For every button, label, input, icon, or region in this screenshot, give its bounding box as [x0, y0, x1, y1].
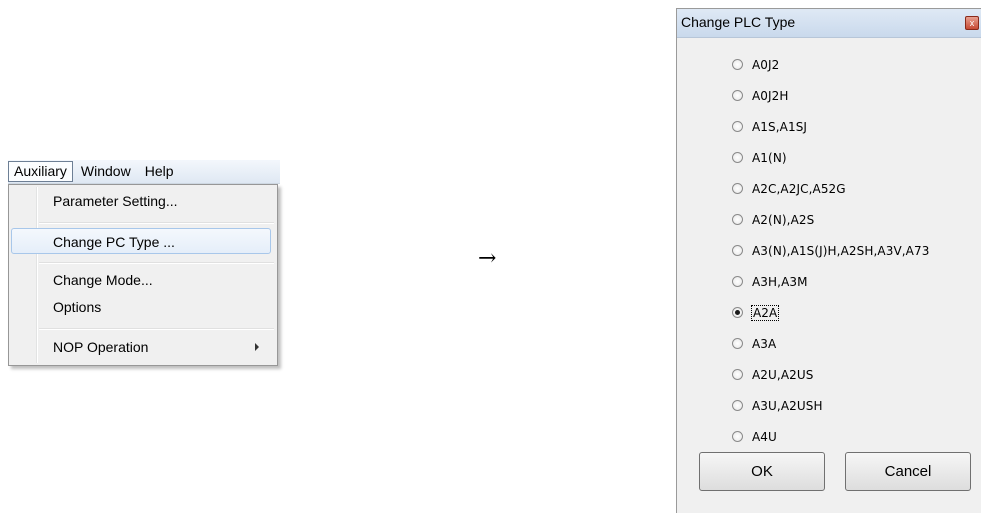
- radio-button-icon[interactable]: [732, 214, 743, 225]
- radio-label: A1S,A1SJ: [752, 119, 808, 134]
- menu-separator: [39, 328, 274, 330]
- radio-option[interactable]: A3A: [732, 328, 929, 359]
- cancel-button[interactable]: Cancel: [845, 452, 971, 491]
- radio-option[interactable]: A2(N),A2S: [732, 204, 929, 235]
- radio-option[interactable]: A0J2: [732, 49, 929, 80]
- close-icon[interactable]: x: [965, 16, 979, 30]
- dialog-titlebar: Change PLC Type x: [677, 9, 981, 38]
- radio-option[interactable]: A3H,A3M: [732, 266, 929, 297]
- radio-label: A4U: [752, 429, 777, 444]
- radio-option[interactable]: A4U: [732, 421, 929, 452]
- dialog-title: Change PLC Type: [681, 14, 796, 30]
- radio-button-checked-icon[interactable]: [732, 307, 743, 318]
- radio-label: A3(N),A1S(J)H,A2SH,A3V,A73: [752, 243, 930, 258]
- radio-button-icon[interactable]: [732, 59, 743, 70]
- transition-arrow: →: [478, 246, 497, 271]
- menu-item-nop-operation[interactable]: NOP Operation: [53, 336, 148, 358]
- menu-item-change-mode[interactable]: Change Mode...: [53, 269, 153, 291]
- radio-label: A2(N),A2S: [752, 212, 815, 227]
- radio-button-icon[interactable]: [732, 338, 743, 349]
- radio-button-icon[interactable]: [732, 431, 743, 442]
- menu-item-change-pc-type[interactable]: Change PC Type ...: [11, 228, 271, 254]
- radio-button-icon[interactable]: [732, 183, 743, 194]
- menu-gutter: [36, 187, 38, 363]
- radio-label: A2C,A2JC,A52G: [752, 181, 846, 196]
- menu-auxiliary[interactable]: Auxiliary: [8, 161, 73, 182]
- change-plc-type-dialog: Change PLC Type x A0J2 A0J2H A1S,A1SJ A1…: [676, 8, 981, 513]
- auxiliary-dropdown-menu: Parameter Setting... Change PC Type ... …: [8, 184, 278, 366]
- radio-label: A1(N): [752, 150, 787, 165]
- menu-separator: [39, 262, 274, 264]
- menu-help[interactable]: Help: [139, 161, 180, 182]
- radio-button-icon[interactable]: [732, 369, 743, 380]
- radio-label: A0J2H: [752, 88, 789, 103]
- menu-separator: [39, 222, 274, 224]
- radio-label: A3A: [752, 336, 777, 351]
- radio-button-icon[interactable]: [732, 121, 743, 132]
- radio-label: A2A: [750, 304, 780, 321]
- radio-option[interactable]: A2U,A2US: [732, 359, 929, 390]
- radio-button-icon[interactable]: [732, 90, 743, 101]
- menu-item-parameter-setting[interactable]: Parameter Setting...: [53, 190, 178, 212]
- menu-bar: Auxiliary Window Help: [8, 160, 280, 184]
- radio-button-icon[interactable]: [732, 400, 743, 411]
- radio-label: A2U,A2US: [752, 367, 814, 382]
- radio-option[interactable]: A3U,A2USH: [732, 390, 929, 421]
- radio-button-icon[interactable]: [732, 245, 743, 256]
- radio-option[interactable]: A3(N),A1S(J)H,A2SH,A3V,A73: [732, 235, 929, 266]
- radio-label: A3H,A3M: [752, 274, 808, 289]
- plc-type-radio-group: A0J2 A0J2H A1S,A1SJ A1(N) A2C,A2JC,A52G …: [732, 49, 929, 452]
- radio-option-selected[interactable]: A2A: [732, 297, 929, 328]
- radio-option[interactable]: A1(N): [732, 142, 929, 173]
- radio-option[interactable]: A0J2H: [732, 80, 929, 111]
- radio-option[interactable]: A1S,A1SJ: [732, 111, 929, 142]
- radio-label: A0J2: [752, 57, 780, 72]
- menu-item-options[interactable]: Options: [53, 296, 101, 318]
- ok-button[interactable]: OK: [699, 452, 825, 491]
- radio-option[interactable]: A2C,A2JC,A52G: [732, 173, 929, 204]
- radio-button-icon[interactable]: [732, 152, 743, 163]
- radio-label: A3U,A2USH: [752, 398, 823, 413]
- submenu-arrow-icon: [255, 343, 259, 351]
- radio-button-icon[interactable]: [732, 276, 743, 287]
- menu-window[interactable]: Window: [75, 161, 137, 182]
